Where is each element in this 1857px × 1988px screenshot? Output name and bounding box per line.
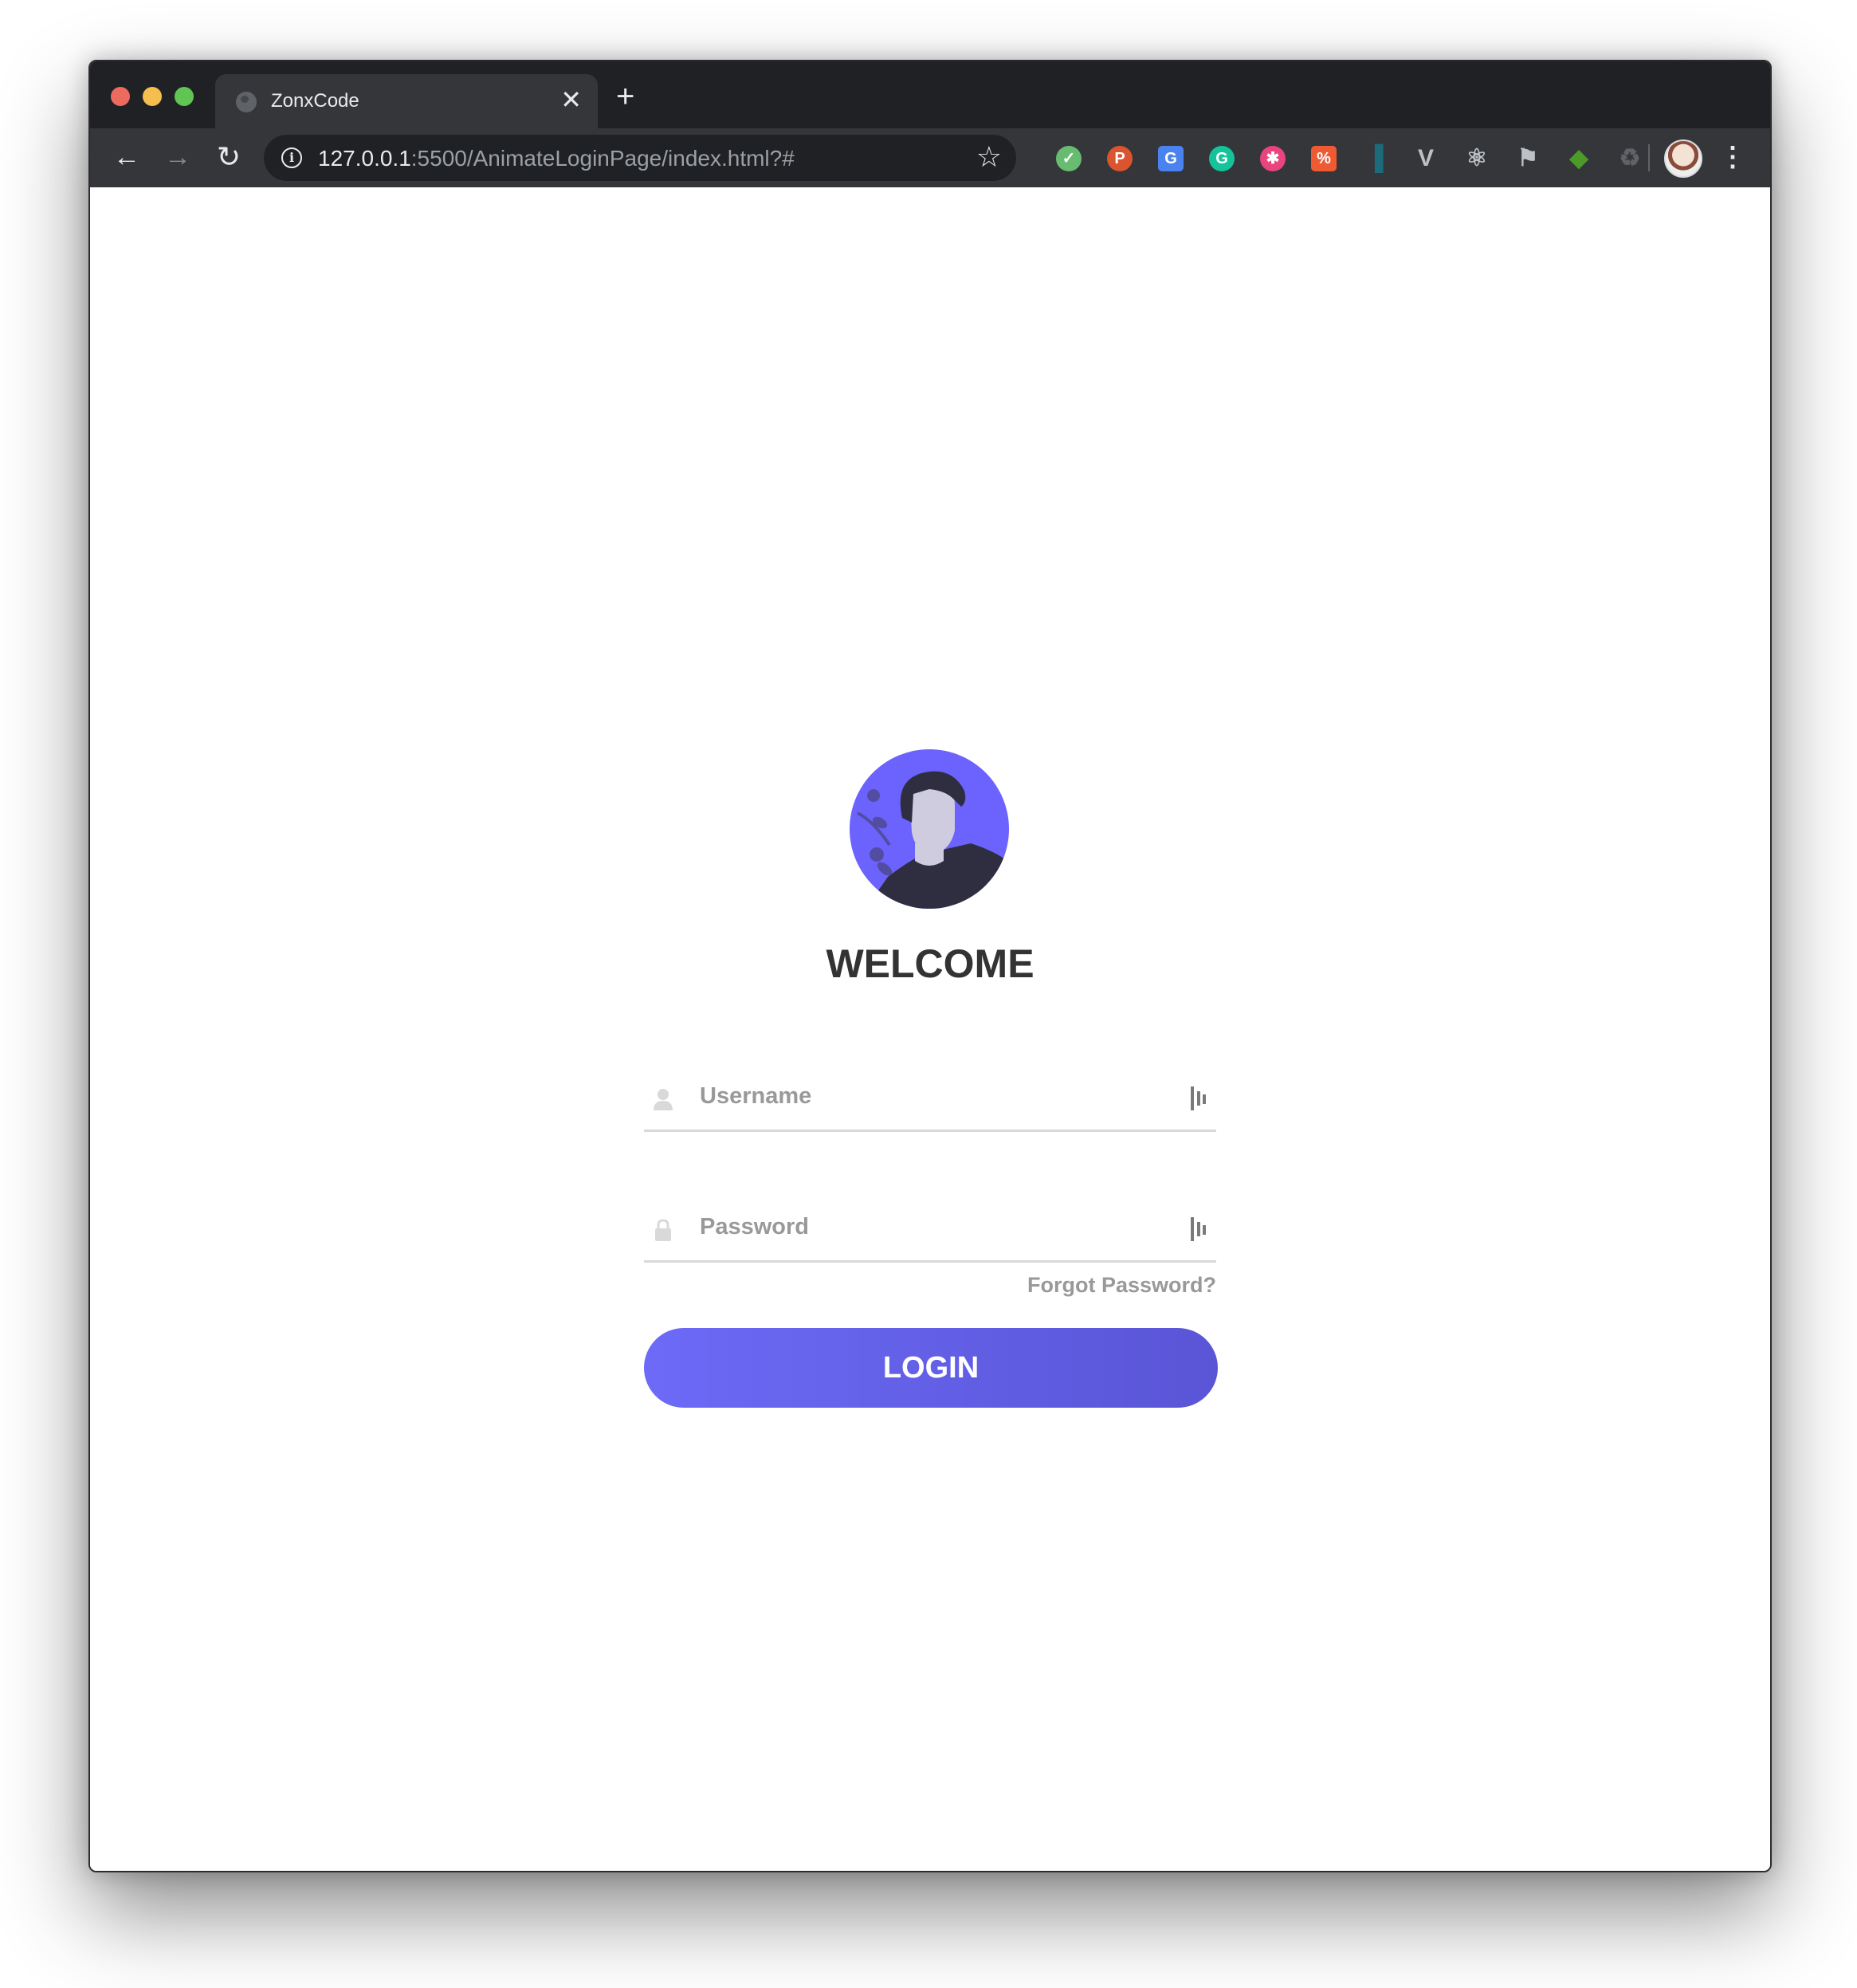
password-field [644, 1173, 1216, 1263]
username-input[interactable] [700, 1080, 1146, 1112]
vue-devtools-icon[interactable]: V [1413, 146, 1439, 171]
google-translate-icon[interactable]: G [1158, 146, 1184, 171]
adguard-shield-icon[interactable]: ✓ [1056, 146, 1082, 171]
browser-window: ZonxCode ✕ + ← → ↻ i 127.0.0.1:5500/Anim… [88, 60, 1772, 1872]
user-icon [654, 1089, 673, 1110]
title-bar: ZonxCode ✕ + [90, 61, 1770, 128]
react-devtools-icon[interactable]: ⚛ [1464, 146, 1490, 171]
recycle-icon[interactable]: ♻ [1617, 146, 1643, 171]
dashlane-icon[interactable]: ▐ [1362, 146, 1388, 171]
url-text[interactable]: 127.0.0.1:5500/AnimateLoginPage/index.ht… [318, 146, 795, 171]
globe-icon [236, 92, 257, 112]
page-content: WELCOME Forgo [90, 187, 1770, 1871]
browser-menu-icon[interactable]: ⋮ [1719, 138, 1746, 176]
window-close-button[interactable] [111, 87, 130, 106]
cube-extension-icon[interactable]: ◆ [1566, 146, 1592, 171]
dashlane-fill-icon[interactable] [1191, 1217, 1208, 1241]
tab-close-icon[interactable]: ✕ [560, 85, 582, 114]
browser-tab[interactable]: ZonxCode ✕ [215, 74, 598, 128]
toolbar-divider [1648, 144, 1650, 171]
window-maximize-button[interactable] [175, 87, 194, 106]
percent-extension-icon[interactable]: % [1311, 146, 1337, 171]
site-info-icon[interactable]: i [281, 147, 302, 168]
dashlane-fill-icon[interactable] [1191, 1086, 1208, 1110]
username-field [644, 1042, 1216, 1132]
grammarly-icon[interactable]: G [1209, 146, 1235, 171]
asterisk-extension-icon[interactable]: ✱ [1260, 146, 1286, 171]
new-tab-button[interactable]: + [616, 79, 634, 114]
forward-icon[interactable]: → [162, 141, 194, 173]
browser-toolbar: ← → ↻ i 127.0.0.1:5500/AnimateLoginPage/… [90, 128, 1770, 187]
bookmark-star-icon[interactable]: ☆ [976, 140, 1002, 174]
reload-icon[interactable]: ↻ [213, 141, 245, 173]
producthunt-icon[interactable]: P [1107, 146, 1133, 171]
forgot-password-link[interactable]: Forgot Password? [1027, 1273, 1216, 1298]
login-button[interactable]: LOGIN [644, 1328, 1218, 1408]
flag-icon[interactable]: ⚑ [1515, 146, 1541, 171]
back-icon[interactable]: ← [111, 141, 143, 173]
welcome-heading: WELCOME [826, 941, 1035, 986]
tab-title: ZonxCode [271, 90, 359, 112]
window-minimize-button[interactable] [143, 87, 162, 106]
user-avatar-illustration [850, 749, 1009, 909]
profile-avatar[interactable] [1664, 139, 1702, 178]
password-input[interactable] [700, 1211, 1146, 1243]
lock-icon [655, 1219, 671, 1241]
address-bar[interactable]: i 127.0.0.1:5500/AnimateLoginPage/index.… [264, 135, 1016, 181]
